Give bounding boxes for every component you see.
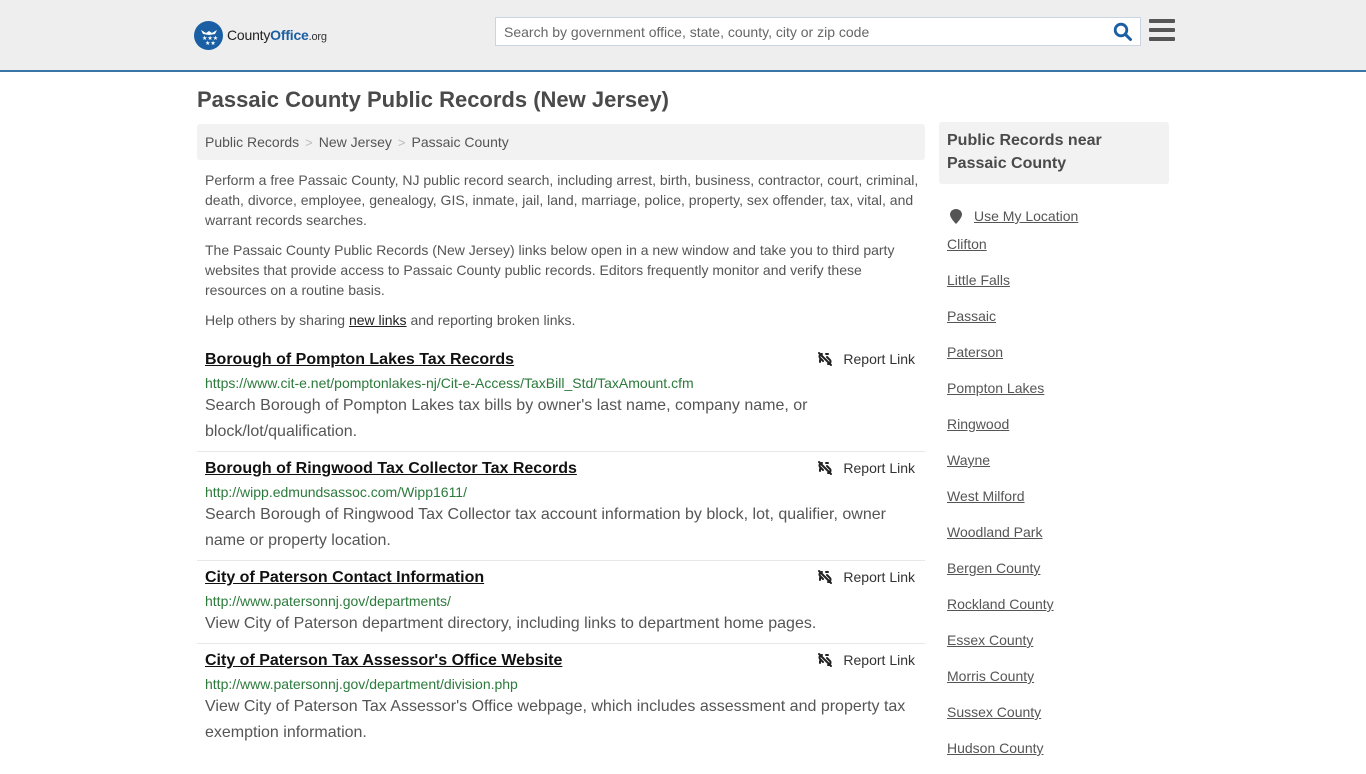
sidebar-item: Woodland Park xyxy=(947,522,1169,558)
record-url: https://www.cit-e.net/pomptonlakes-nj/Ci… xyxy=(205,375,694,391)
sidebar-link-morris-county[interactable]: Morris County xyxy=(947,668,1034,684)
nearby-links-list: Use My Location Clifton Little Falls Pas… xyxy=(939,198,1169,774)
record-title-link[interactable]: Borough of Pompton Lakes Tax Records xyxy=(205,349,514,371)
broken-link-icon xyxy=(818,653,833,667)
sidebar-item: Pompton Lakes xyxy=(947,378,1169,414)
sidebar-link-paterson[interactable]: Paterson xyxy=(947,344,1003,360)
sidebar-link-woodland-park[interactable]: Woodland Park xyxy=(947,524,1042,540)
report-link-label: Report Link xyxy=(843,460,915,476)
sidebar-item: Hudson County xyxy=(947,738,1169,774)
site-header: ★★★ ★★ CountyOffice.org xyxy=(0,0,1366,72)
breadcrumb-separator: > xyxy=(397,134,406,150)
logo-link[interactable]: ★★★ ★★ CountyOffice.org xyxy=(194,20,327,50)
sidebar-item: Passaic xyxy=(947,306,1169,342)
breadcrumb-new-jersey[interactable]: New Jersey xyxy=(319,134,392,150)
hamburger-bar xyxy=(1149,37,1175,41)
broken-link-icon xyxy=(818,352,833,366)
sidebar-item: Morris County xyxy=(947,666,1169,702)
record-url: http://www.patersonnj.gov/departments/ xyxy=(205,593,451,609)
sidebar-item: Rockland County xyxy=(947,594,1169,630)
sidebar-item: Paterson xyxy=(947,342,1169,378)
record-title-link[interactable]: City of Paterson Tax Assessor's Office W… xyxy=(205,650,562,672)
sidebar-link-little-falls[interactable]: Little Falls xyxy=(947,272,1010,288)
search-box xyxy=(495,17,1141,46)
record-item: Borough of Pompton Lakes Tax Records Rep… xyxy=(197,343,925,452)
sidebar-link-hudson-county[interactable]: Hudson County xyxy=(947,740,1044,756)
report-link-button[interactable]: Report Link xyxy=(817,652,915,668)
breadcrumb-separator: > xyxy=(305,134,313,150)
record-description: View City of Paterson department directo… xyxy=(205,615,817,632)
use-my-location-item: Use My Location xyxy=(947,198,1169,234)
intro-text: Perform a free Passaic County, NJ public… xyxy=(205,170,920,340)
sidebar-item: West Milford xyxy=(947,486,1169,522)
sidebar-item: Little Falls xyxy=(947,270,1169,306)
sidebar-link-bergen-county[interactable]: Bergen County xyxy=(947,560,1040,576)
broken-link-icon xyxy=(818,461,833,475)
new-links-link[interactable]: new links xyxy=(349,312,407,328)
county-office-logo-icon: ★★★ ★★ xyxy=(194,20,223,50)
sidebar-item: Clifton xyxy=(947,234,1169,270)
sidebar-link-pompton-lakes[interactable]: Pompton Lakes xyxy=(947,380,1044,396)
record-item: City of Paterson Tax Assessor's Office W… xyxy=(197,644,925,752)
sidebar-link-passaic[interactable]: Passaic xyxy=(947,308,996,324)
records-list: Borough of Pompton Lakes Tax Records Rep… xyxy=(197,343,925,752)
sidebar-link-sussex-county[interactable]: Sussex County xyxy=(947,704,1041,720)
broken-link-icon xyxy=(818,570,833,584)
intro-paragraph-1: Perform a free Passaic County, NJ public… xyxy=(205,172,919,228)
map-pin-icon xyxy=(950,208,962,224)
hamburger-menu-button[interactable] xyxy=(1149,19,1175,43)
record-url: http://www.patersonnj.gov/department/div… xyxy=(205,676,518,692)
record-title-link[interactable]: City of Paterson Contact Information xyxy=(205,567,484,589)
record-description: View City of Paterson Tax Assessor's Off… xyxy=(205,698,906,741)
sidebar-item: Bergen County xyxy=(947,558,1169,594)
breadcrumb: Public Records > New Jersey > Passaic Co… xyxy=(197,124,925,160)
page-title: Passaic County Public Records (New Jerse… xyxy=(197,87,669,112)
record-description: Search Borough of Pompton Lakes tax bill… xyxy=(205,397,808,440)
report-link-label: Report Link xyxy=(843,569,915,585)
sidebar-link-ringwood[interactable]: Ringwood xyxy=(947,416,1009,432)
search-icon xyxy=(1113,22,1132,41)
sidebar-link-essex-county[interactable]: Essex County xyxy=(947,632,1033,648)
sidebar-link-wayne[interactable]: Wayne xyxy=(947,452,990,468)
record-item: Borough of Ringwood Tax Collector Tax Re… xyxy=(197,452,925,561)
sidebar-nearby: Public Records near Passaic County Use M… xyxy=(939,122,1169,774)
search-input[interactable] xyxy=(496,18,1106,45)
intro-paragraph-2: The Passaic County Public Records (New J… xyxy=(205,242,895,298)
record-url: http://wipp.edmundsassoc.com/Wipp1611/ xyxy=(205,484,467,500)
sidebar-link-clifton[interactable]: Clifton xyxy=(947,236,987,252)
report-link-label: Report Link xyxy=(843,652,915,668)
search-button[interactable] xyxy=(1106,18,1140,45)
report-link-label: Report Link xyxy=(843,351,915,367)
sidebar-item: Wayne xyxy=(947,450,1169,486)
hamburger-menu-icon xyxy=(1149,19,1175,23)
report-link-button[interactable]: Report Link xyxy=(817,460,915,476)
sidebar-link-west-milford[interactable]: West Milford xyxy=(947,488,1025,504)
report-link-button[interactable]: Report Link xyxy=(817,351,915,367)
sidebar-item: Ringwood xyxy=(947,414,1169,450)
hamburger-bar xyxy=(1149,28,1175,32)
intro-paragraph-3: Help others by sharing new links and rep… xyxy=(205,310,920,330)
breadcrumb-passaic-county[interactable]: Passaic County xyxy=(411,134,508,150)
report-link-button[interactable]: Report Link xyxy=(817,569,915,585)
use-my-location-link[interactable]: Use My Location xyxy=(974,206,1078,226)
sidebar-item: Essex County xyxy=(947,630,1169,666)
svg-text:★★: ★★ xyxy=(205,40,216,46)
sidebar-link-rockland-county[interactable]: Rockland County xyxy=(947,596,1054,612)
breadcrumb-public-records[interactable]: Public Records xyxy=(205,134,299,150)
record-description: Search Borough of Ringwood Tax Collector… xyxy=(205,506,886,549)
sidebar-title: Public Records near Passaic County xyxy=(939,122,1169,184)
intro-text-after: and reporting broken links. xyxy=(406,312,576,328)
intro-text-before: Help others by sharing xyxy=(205,312,349,328)
logo-text: CountyOffice.org xyxy=(227,27,327,43)
record-item: City of Paterson Contact Information Rep… xyxy=(197,561,925,644)
record-title-link[interactable]: Borough of Ringwood Tax Collector Tax Re… xyxy=(205,458,577,480)
sidebar-item: Sussex County xyxy=(947,702,1169,738)
